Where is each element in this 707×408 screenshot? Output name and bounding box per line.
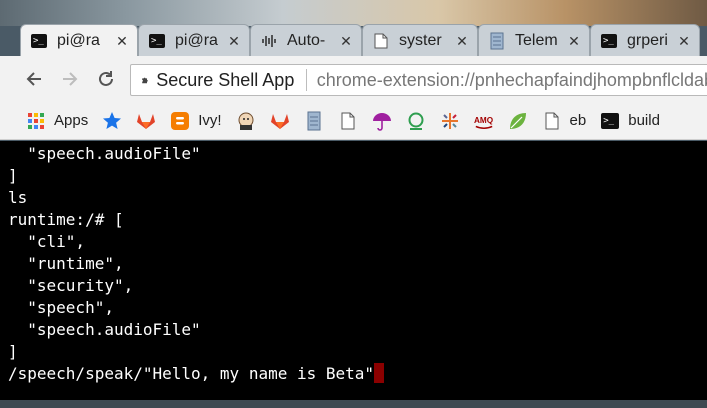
- tab-pi-2[interactable]: >_ pi@ra ✕: [138, 24, 250, 56]
- url-text: chrome-extension://pnhechapfaindjhompbnf…: [316, 69, 707, 90]
- bookmark-label: build: [628, 112, 660, 129]
- back-button[interactable]: [18, 63, 50, 95]
- svg-text:AMQ: AMQ: [474, 115, 494, 124]
- reload-button[interactable]: [90, 63, 122, 95]
- bookmarks-bar: Apps Ivy! AMQ eb >_ build: [0, 102, 707, 140]
- tab-auto[interactable]: Auto- ✕: [250, 24, 362, 56]
- close-icon[interactable]: ✕: [455, 34, 469, 48]
- terminal-line: "speech.audioFile": [8, 320, 201, 339]
- terminal-input-line[interactable]: /speech/speak/"Hello, my name is Beta": [8, 363, 707, 385]
- bookmark-server[interactable]: [304, 107, 324, 135]
- tab-title: pi@ra: [175, 31, 218, 49]
- window-bottom-edge: [0, 400, 707, 408]
- terminal-input-text: /speech/speak/"Hello, my name is Beta": [8, 364, 375, 383]
- server-icon: [304, 111, 324, 131]
- terminal-icon: >_: [601, 33, 617, 49]
- document-icon: [373, 33, 389, 49]
- reload-icon: [99, 71, 113, 86]
- forward-button[interactable]: [54, 63, 86, 95]
- apps-grid-icon: [26, 111, 46, 131]
- terminal-icon: >_: [149, 33, 165, 49]
- terminal-line: runtime:/# [: [8, 210, 124, 229]
- bookmark-label: Apps: [54, 112, 89, 129]
- browser-toolbar: Secure Shell App chrome-extension://pnhe…: [0, 56, 707, 102]
- terminal-screen[interactable]: "speech.audioFile"] ls runtime:/# [ "cli",…: [0, 141, 707, 400]
- address-bar[interactable]: Secure Shell App chrome-extension://pnhe…: [130, 64, 707, 96]
- tableau-icon: [440, 111, 460, 131]
- bookmark-leaf[interactable]: [508, 107, 528, 135]
- tab-title: grperi: [627, 31, 668, 49]
- tab-pi-1[interactable]: >_ pi@ra ✕: [20, 24, 138, 56]
- bookmark-ivy[interactable]: Ivy!: [170, 107, 222, 135]
- bookmark-umbrella[interactable]: [372, 107, 392, 135]
- tab-grperi[interactable]: >_ grperi ✕: [590, 24, 700, 56]
- arrow-left-icon: [26, 72, 41, 86]
- gitlab-icon: [270, 111, 290, 131]
- jenkins-icon: [236, 111, 256, 131]
- close-icon[interactable]: ✕: [567, 34, 581, 48]
- bookmark-gitlab-2[interactable]: [270, 107, 290, 135]
- document-icon: [542, 111, 562, 131]
- amq-icon: AMQ: [474, 111, 494, 131]
- ring-icon: [406, 111, 426, 131]
- bookmark-jenkins[interactable]: [236, 107, 256, 135]
- terminal-line: "runtime",: [8, 254, 124, 273]
- star-icon: [102, 111, 122, 131]
- terminal-icon: >_: [600, 111, 620, 131]
- umbrella-icon: [372, 111, 392, 131]
- tab-title: pi@ra: [57, 31, 100, 49]
- terminal-line: "speech",: [8, 298, 114, 317]
- terminal-cursor: [374, 363, 385, 383]
- terminal-icon: >_: [31, 33, 47, 49]
- bookmark-apps[interactable]: Apps: [26, 107, 88, 135]
- bookmark-label: eb: [569, 112, 587, 129]
- extension-name: Secure Shell App: [156, 69, 295, 90]
- terminal-line: ]: [8, 166, 18, 185]
- bookmark-ring[interactable]: [406, 107, 426, 135]
- gitlab-icon: [136, 111, 156, 131]
- tab-title: Auto-: [287, 31, 326, 49]
- close-icon[interactable]: ✕: [677, 34, 691, 48]
- tab-telem[interactable]: Telem ✕: [478, 24, 590, 56]
- close-icon[interactable]: ✕: [339, 34, 353, 48]
- tab-strip: >_ pi@ra ✕ >_ pi@ra ✕ Auto- ✕ syster ✕ T…: [0, 20, 707, 56]
- terminal-line: "speech.audioFile": [8, 144, 201, 163]
- tab-title: Telem: [515, 31, 558, 49]
- close-icon[interactable]: ✕: [227, 34, 241, 48]
- bookmark-tableau[interactable]: [440, 107, 460, 135]
- bookmark-document[interactable]: [338, 107, 358, 135]
- tab-title: syster: [399, 31, 442, 49]
- terminal-line: ls: [8, 188, 28, 207]
- terminal-line: "cli",: [8, 232, 86, 251]
- bookmark-eb[interactable]: eb: [542, 107, 587, 135]
- bookmark-label: Ivy!: [198, 112, 222, 129]
- arrow-right-icon: [63, 72, 78, 86]
- puzzle-piece-icon: [142, 77, 148, 84]
- bookmark-star[interactable]: [102, 107, 122, 135]
- tab-system[interactable]: syster ✕: [362, 24, 478, 56]
- bookmark-build[interactable]: >_ build: [600, 107, 660, 135]
- bookmark-amq[interactable]: AMQ: [474, 107, 494, 135]
- bookmark-gitlab[interactable]: [136, 107, 156, 135]
- leaf-icon: [508, 111, 528, 131]
- server-icon: [489, 32, 505, 49]
- terminal-line: ]: [8, 342, 18, 361]
- close-icon[interactable]: ✕: [115, 34, 129, 48]
- waveform-icon: [261, 33, 277, 49]
- terminal-line: "security",: [8, 276, 134, 295]
- document-icon: [338, 111, 358, 131]
- blogger-icon: [170, 111, 190, 131]
